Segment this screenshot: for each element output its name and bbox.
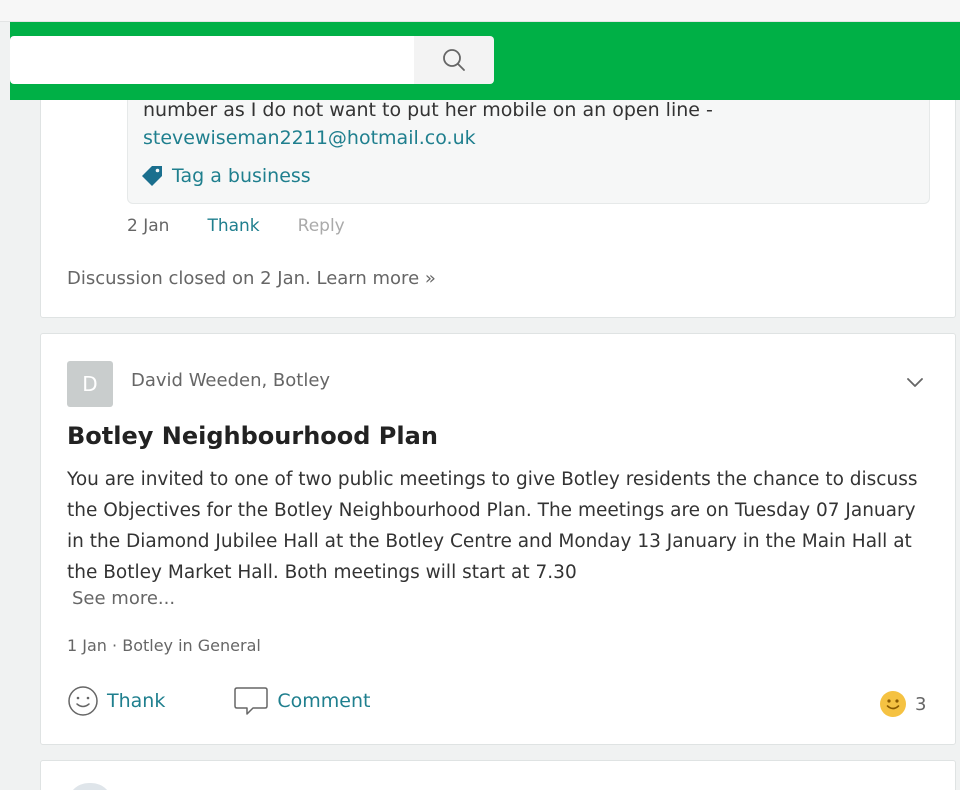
search-icon (443, 49, 465, 71)
post-author[interactable]: David Weeden, Botley (131, 370, 330, 391)
reaction-count[interactable]: 3 (879, 690, 926, 718)
top-header-bar (10, 22, 960, 100)
post-meta: 1 Jan · Botley in General (67, 636, 261, 655)
tag-business-link[interactable]: Tag a business (140, 164, 311, 188)
tag-icon (142, 166, 162, 186)
post-actions: Thank Comment (67, 685, 370, 717)
search-input[interactable] (10, 36, 414, 84)
see-more-link[interactable]: See more... (72, 588, 175, 609)
thank-label: Thank (107, 690, 166, 712)
next-post-card (40, 760, 956, 790)
post-title[interactable]: Botley Neighbourhood Plan (67, 422, 438, 450)
post-group-link[interactable]: Botley in General (122, 636, 261, 655)
reply-thank-button[interactable]: Thank (207, 216, 259, 236)
avatar[interactable] (67, 783, 113, 790)
meta-separator: · (112, 636, 118, 655)
comment-icon (234, 687, 269, 715)
chevron-down-icon (907, 378, 923, 387)
post-date: 1 Jan (67, 636, 107, 655)
reply-button: Reply (297, 216, 345, 236)
reaction-count-value: 3 (915, 693, 927, 715)
browser-top-strip (0, 0, 960, 22)
reply-meta: 2 Jan Thank Reply (127, 216, 345, 236)
smiley-icon (68, 686, 98, 716)
avatar-letter: D (82, 372, 98, 396)
post-body: You are invited to one of two public mee… (67, 469, 918, 583)
discussion-closed-notice: Discussion closed on 2 Jan. Learn more » (67, 268, 436, 289)
reply-date: 2 Jan (127, 216, 170, 236)
learn-more-link[interactable]: Learn more » (316, 268, 435, 289)
post-card: D David Weeden, Botley Botley Neighbourh… (40, 333, 956, 745)
post-menu-button[interactable] (903, 370, 927, 394)
reply-email-link[interactable]: stevewiseman2211@hotmail.co.uk (143, 127, 476, 149)
avatar[interactable]: D (67, 361, 113, 407)
tag-business-label: Tag a business (172, 165, 311, 187)
thank-button[interactable]: Thank (67, 685, 165, 717)
search-button[interactable] (414, 36, 494, 84)
comment-button[interactable]: Comment (233, 685, 370, 717)
comment-label: Comment (277, 690, 371, 712)
reaction-smiley-icon (880, 691, 906, 717)
closed-text: Discussion closed on 2 Jan. (67, 268, 311, 289)
reply-text: number as I do not want to put her mobil… (143, 99, 713, 121)
